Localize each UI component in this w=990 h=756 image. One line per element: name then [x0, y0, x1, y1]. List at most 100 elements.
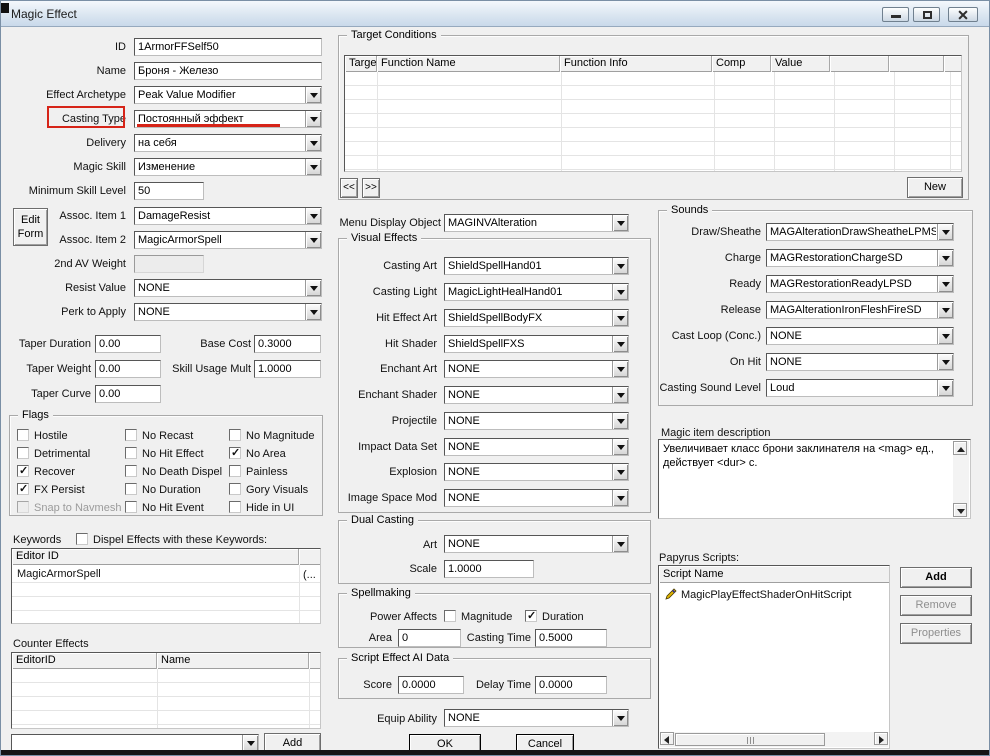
- dropdown-button[interactable]: [305, 232, 321, 248]
- min-skill-input[interactable]: 50: [134, 182, 204, 200]
- papyrus-add-button[interactable]: Add: [900, 567, 972, 588]
- dropdown-button[interactable]: [937, 276, 953, 292]
- dropdown-button[interactable]: [937, 328, 953, 344]
- column-header-blank[interactable]: [830, 56, 889, 72]
- draw-sheathe-select[interactable]: MAGAlterationDrawSheatheLPMSD: [766, 223, 954, 241]
- casting-time-input[interactable]: 0.5000: [535, 629, 607, 647]
- flag-detrimental-checkbox[interactable]: [17, 447, 29, 459]
- projectile-select[interactable]: NONE: [444, 412, 629, 430]
- cast-loop-select[interactable]: NONE: [766, 327, 954, 345]
- description-scrollbar[interactable]: [953, 441, 969, 517]
- casting-light-select[interactable]: MagicLightHealHand01: [444, 283, 629, 301]
- flag-no-area-checkbox[interactable]: [229, 447, 241, 459]
- flag-no-hit-effect-checkbox[interactable]: [125, 447, 137, 459]
- casting-sound-level-select[interactable]: Loud: [766, 379, 954, 397]
- dropdown-button[interactable]: [937, 302, 953, 318]
- dropdown-button[interactable]: [305, 111, 321, 127]
- column-header-blank[interactable]: [299, 549, 320, 565]
- impact-data-set-select[interactable]: NONE: [444, 438, 629, 456]
- edit-form-button[interactable]: Edit Form: [13, 208, 48, 246]
- column-header-function-info[interactable]: Function Info: [560, 56, 712, 72]
- dropdown-button[interactable]: [305, 208, 321, 224]
- delay-time-input[interactable]: 0.0000: [535, 676, 607, 694]
- dispel-keywords-checkbox[interactable]: [76, 533, 88, 545]
- dropdown-button[interactable]: [612, 536, 628, 552]
- magic-skill-select[interactable]: Изменение: [134, 158, 322, 176]
- conditions-prev-button[interactable]: <<: [340, 178, 358, 198]
- name-input[interactable]: Броня - Железо: [134, 62, 322, 80]
- base-cost-input[interactable]: 0.3000: [254, 335, 321, 353]
- dropdown-button[interactable]: [612, 258, 628, 274]
- area-input[interactable]: 0: [398, 629, 461, 647]
- column-header-script-name[interactable]: Script Name: [659, 566, 889, 583]
- hit-effect-art-select[interactable]: ShieldSpellBodyFX: [444, 309, 629, 327]
- on-hit-select[interactable]: NONE: [766, 353, 954, 371]
- dropdown-button[interactable]: [612, 439, 628, 455]
- flag-no-hit-event-checkbox[interactable]: [125, 501, 137, 513]
- dropdown-button[interactable]: [612, 490, 628, 506]
- dropdown-button[interactable]: [612, 310, 628, 326]
- counter-effects-list[interactable]: EditorID Name: [11, 652, 321, 729]
- charge-select[interactable]: MAGRestorationChargeSD: [766, 249, 954, 267]
- flag-no-recast-checkbox[interactable]: [125, 429, 137, 441]
- papyrus-horizontal-scrollbar[interactable]: [660, 732, 888, 747]
- dropdown-button[interactable]: [612, 336, 628, 352]
- column-header-function-name[interactable]: Function Name: [377, 56, 560, 72]
- target-conditions-table[interactable]: Target Function Name Function Info Comp …: [344, 55, 962, 172]
- column-header-editorid[interactable]: EditorID: [12, 653, 157, 669]
- dropdown-button[interactable]: [305, 304, 321, 320]
- scroll-left-button[interactable]: [660, 732, 674, 745]
- keyword-row-editor-id[interactable]: MagicArmorSpell: [17, 568, 101, 581]
- title-bar[interactable]: Magic Effect: [1, 1, 989, 27]
- perk-to-apply-select[interactable]: NONE: [134, 303, 322, 321]
- dropdown-button[interactable]: [937, 224, 953, 240]
- dual-scale-input[interactable]: 1.0000: [444, 560, 534, 578]
- conditions-next-button[interactable]: >>: [362, 178, 380, 198]
- close-button[interactable]: [948, 7, 978, 22]
- enchant-shader-select[interactable]: NONE: [444, 386, 629, 404]
- flag-no-magnitude-checkbox[interactable]: [229, 429, 241, 441]
- duration-checkbox[interactable]: [525, 610, 537, 622]
- delivery-select[interactable]: на себя: [134, 134, 322, 152]
- casting-art-select[interactable]: ShieldSpellHand01: [444, 257, 629, 275]
- dropdown-button[interactable]: [937, 380, 953, 396]
- flag-no-death-dispel-checkbox[interactable]: [125, 465, 137, 477]
- column-header-name[interactable]: Name: [157, 653, 309, 669]
- papyrus-scripts-list[interactable]: Script Name MagicPlayEffectShaderOnHitSc…: [658, 565, 890, 749]
- dropdown-button[interactable]: [305, 159, 321, 175]
- scroll-up-button[interactable]: [953, 441, 967, 455]
- scrollbar-thumb[interactable]: [675, 733, 825, 746]
- dropdown-button[interactable]: [937, 250, 953, 266]
- explosion-select[interactable]: NONE: [444, 463, 629, 481]
- minimize-button[interactable]: [882, 7, 909, 22]
- resist-value-select[interactable]: NONE: [134, 279, 322, 297]
- column-header-blank[interactable]: [944, 56, 961, 72]
- image-space-mod-select[interactable]: NONE: [444, 489, 629, 507]
- id-input[interactable]: 1ArmorFFSelf50: [134, 38, 322, 56]
- script-list-item[interactable]: MagicPlayEffectShaderOnHitScript: [681, 589, 851, 602]
- flag-fx-persist-checkbox[interactable]: [17, 483, 29, 495]
- dropdown-button[interactable]: [305, 280, 321, 296]
- flag-hide-in-ui-checkbox[interactable]: [229, 501, 241, 513]
- column-header-value[interactable]: Value: [771, 56, 830, 72]
- flag-painless-checkbox[interactable]: [229, 465, 241, 477]
- scroll-right-button[interactable]: [874, 732, 888, 745]
- description-textarea[interactable]: Увеличивает класс брони заклинателя на <…: [658, 439, 971, 519]
- column-header-target[interactable]: Target: [345, 56, 377, 72]
- scroll-down-button[interactable]: [953, 503, 967, 517]
- flag-recover-checkbox[interactable]: [17, 465, 29, 477]
- maximize-button[interactable]: [913, 7, 940, 22]
- assoc-item1-select[interactable]: DamageResist: [134, 207, 322, 225]
- equip-ability-select[interactable]: NONE: [444, 709, 629, 727]
- effect-archetype-select[interactable]: Peak Value Modifier: [134, 86, 322, 104]
- magnitude-checkbox[interactable]: [444, 610, 456, 622]
- release-select[interactable]: MAGAlterationIronFleshFireSD: [766, 301, 954, 319]
- taper-curve-input[interactable]: 0.00: [95, 385, 161, 403]
- dropdown-button[interactable]: [612, 387, 628, 403]
- menu-display-object-select[interactable]: MAGINVAlteration: [444, 214, 629, 232]
- flag-gory-visuals-checkbox[interactable]: [229, 483, 241, 495]
- ready-select[interactable]: MAGRestorationReadyLPSD: [766, 275, 954, 293]
- dual-art-select[interactable]: NONE: [444, 535, 629, 553]
- dropdown-button[interactable]: [612, 413, 628, 429]
- hit-shader-select[interactable]: ShieldSpellFXS: [444, 335, 629, 353]
